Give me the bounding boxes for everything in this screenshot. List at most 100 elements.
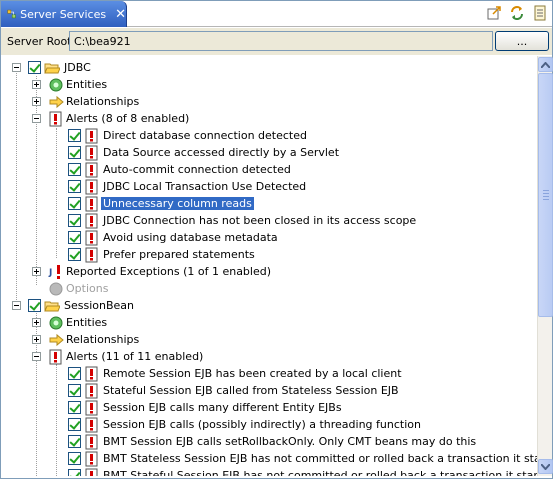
view-title-bar: Server Services ✕ bbox=[1, 1, 552, 27]
alert-icon bbox=[49, 349, 62, 365]
tree-node-alerts[interactable]: Alerts (11 of 11 enabled) bbox=[2, 348, 537, 365]
collapse-icon[interactable] bbox=[12, 301, 21, 310]
alert-label: BMT Session EJB calls setRollbackOnly. O… bbox=[103, 435, 477, 448]
alert-item[interactable]: BMT Stateless Session EJB has not commit… bbox=[2, 450, 537, 467]
tree-node-entities[interactable]: Entities bbox=[2, 314, 537, 331]
server-root-field[interactable] bbox=[69, 31, 493, 51]
expand-icon[interactable] bbox=[32, 97, 41, 106]
alert-item[interactable]: JDBC Local Transaction Use Detected bbox=[2, 178, 537, 195]
checkbox-checked[interactable] bbox=[68, 163, 81, 176]
tree-node-alerts[interactable]: Alerts (8 of 8 enabled) bbox=[2, 110, 537, 127]
services-tree[interactable]: JDBC Entities Relationships Alerts (8 of… bbox=[2, 56, 537, 476]
alert-rule-icon bbox=[85, 213, 98, 229]
node-label: Entities bbox=[66, 316, 108, 329]
node-label: Relationships bbox=[66, 95, 140, 108]
close-icon[interactable]: ✕ bbox=[115, 8, 126, 21]
alert-label: Stateful Session EJB called from Statele… bbox=[103, 384, 399, 397]
alert-label: Prefer prepared statements bbox=[103, 248, 255, 261]
alert-item[interactable]: JDBC Connection has not been closed in i… bbox=[2, 212, 537, 229]
checkbox-checked[interactable] bbox=[68, 129, 81, 142]
alert-item[interactable]: Prefer prepared statements bbox=[2, 246, 537, 263]
checkbox-checked[interactable] bbox=[68, 435, 81, 448]
open-folder-icon bbox=[44, 63, 60, 74]
node-label: Entities bbox=[66, 78, 108, 91]
collapse-icon[interactable] bbox=[32, 352, 41, 361]
sync-icon[interactable] bbox=[509, 5, 525, 21]
alert-label: BMT Stateless Session EJB has not commit… bbox=[103, 452, 537, 465]
options-icon bbox=[49, 282, 63, 296]
expand-icon[interactable] bbox=[32, 318, 41, 327]
checkbox-checked[interactable] bbox=[68, 231, 81, 244]
checkbox-checked[interactable] bbox=[68, 367, 81, 380]
checkbox-checked[interactable] bbox=[68, 146, 81, 159]
alert-rule-icon bbox=[85, 366, 98, 382]
server-root-row: Server Root ... bbox=[1, 28, 552, 55]
alert-item[interactable]: Session EJB calls (possibly indirectly) … bbox=[2, 416, 537, 433]
collapse-icon[interactable] bbox=[32, 114, 41, 123]
alert-rule-icon bbox=[85, 400, 98, 416]
tree-node-jdbc[interactable]: JDBC bbox=[2, 59, 537, 76]
tree-node-reported-exceptions[interactable]: J Reported Exceptions (1 of 1 enabled) bbox=[2, 263, 537, 280]
expand-icon[interactable] bbox=[32, 335, 41, 344]
vertical-scrollbar[interactable] bbox=[537, 56, 553, 476]
properties-icon[interactable] bbox=[532, 5, 548, 21]
collapse-icon[interactable] bbox=[12, 63, 21, 72]
node-label: Alerts (8 of 8 enabled) bbox=[66, 112, 190, 125]
checkbox-checked[interactable] bbox=[68, 401, 81, 414]
alert-label: JDBC Local Transaction Use Detected bbox=[103, 180, 307, 193]
checkbox-checked[interactable] bbox=[68, 197, 81, 210]
alert-item[interactable]: BMT Stateful Session EJB has not committ… bbox=[2, 467, 537, 476]
browse-button[interactable]: ... bbox=[495, 31, 549, 51]
tree-node-entities[interactable]: Entities bbox=[2, 76, 537, 93]
alert-item[interactable]: Remote Session EJB has been created by a… bbox=[2, 365, 537, 382]
scroll-up-button[interactable] bbox=[538, 57, 553, 72]
alert-rule-icon bbox=[85, 196, 98, 212]
alert-item[interactable]: Avoid using database metadata bbox=[2, 229, 537, 246]
alert-rule-icon bbox=[85, 247, 98, 263]
checkbox-checked[interactable] bbox=[68, 452, 81, 465]
checkbox-checked[interactable] bbox=[68, 214, 81, 227]
server-services-icon bbox=[7, 9, 16, 19]
alert-item[interactable]: Session EJB calls many different Entity … bbox=[2, 399, 537, 416]
node-label: Reported Exceptions (1 of 1 enabled) bbox=[66, 265, 272, 278]
selected-alert-label: Unnecessary column reads bbox=[101, 197, 254, 210]
alert-rule-icon bbox=[85, 468, 98, 476]
view-title: Server Services bbox=[20, 7, 107, 21]
export-icon[interactable] bbox=[486, 5, 502, 21]
scroll-thumb[interactable] bbox=[538, 73, 553, 317]
node-label: JDBC bbox=[64, 61, 91, 74]
scroll-down-button[interactable] bbox=[538, 459, 553, 474]
server-services-view: Server Services ✕ Server Root ... bbox=[0, 0, 553, 479]
checkbox-checked[interactable] bbox=[68, 384, 81, 397]
alert-label: Avoid using database metadata bbox=[103, 231, 278, 244]
checkbox-checked[interactable] bbox=[28, 61, 41, 74]
expand-icon[interactable] bbox=[32, 80, 41, 89]
alert-label: Session EJB calls (possibly indirectly) … bbox=[103, 418, 421, 431]
checkbox-checked[interactable] bbox=[68, 248, 81, 261]
tree-node-relationships[interactable]: Relationships bbox=[2, 93, 537, 110]
alert-item[interactable]: Data Source accessed directly by a Servl… bbox=[2, 144, 537, 161]
checkbox-checked[interactable] bbox=[68, 469, 81, 476]
tree-node-relationships[interactable]: Relationships bbox=[2, 331, 537, 348]
alert-item[interactable]: Auto-commit connection detected bbox=[2, 161, 537, 178]
tab-server-services[interactable]: Server Services ✕ bbox=[1, 1, 127, 27]
node-label: SessionBean bbox=[64, 299, 134, 312]
arrow-right-icon bbox=[49, 333, 64, 347]
checkbox-checked[interactable] bbox=[28, 299, 41, 312]
alert-label: JDBC Connection has not been closed in i… bbox=[103, 214, 417, 227]
alert-item[interactable]: BMT Session EJB calls setRollbackOnly. O… bbox=[2, 433, 537, 450]
open-folder-icon bbox=[44, 301, 60, 312]
expand-icon[interactable] bbox=[32, 267, 41, 276]
checkbox-checked[interactable] bbox=[68, 180, 81, 193]
alert-label: Remote Session EJB has been created by a… bbox=[103, 367, 402, 380]
alert-item[interactable]: Unnecessary column reads bbox=[2, 195, 537, 212]
exception-icon: J bbox=[48, 265, 60, 279]
alert-item[interactable]: Direct database connection detected bbox=[2, 127, 537, 144]
checkbox-checked[interactable] bbox=[68, 418, 81, 431]
chevron-up-icon bbox=[541, 61, 550, 68]
alert-item[interactable]: Stateful Session EJB called from Statele… bbox=[2, 382, 537, 399]
alert-rule-icon bbox=[85, 162, 98, 178]
tree-node-sessionbean[interactable]: SessionBean bbox=[2, 297, 537, 314]
node-label: Alerts (11 of 11 enabled) bbox=[66, 350, 204, 363]
view-toolbar bbox=[486, 5, 548, 21]
